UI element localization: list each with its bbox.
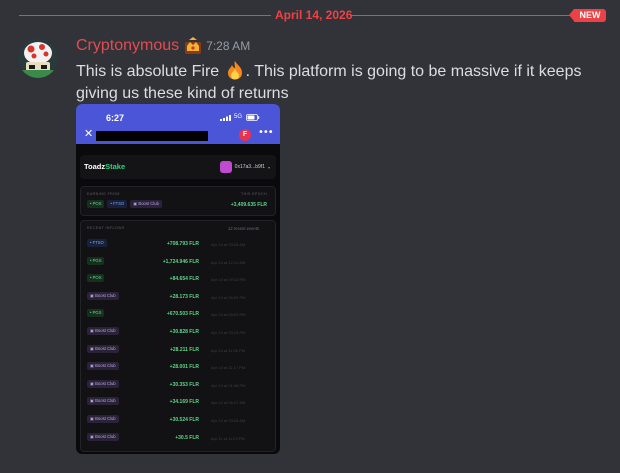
inflow-source-chip: ▣ Boost Club bbox=[87, 397, 119, 406]
inflow-row[interactable]: ▣ Boost Club +30.828 FLR Apr 13 at 03:13 P… bbox=[87, 327, 271, 337]
inflow-date: Apr 13 at 05:03 PM bbox=[211, 312, 246, 318]
avatar[interactable] bbox=[18, 38, 58, 78]
battery-icon bbox=[246, 114, 260, 121]
inflow-date: Apr 12 at 03:08 AM bbox=[211, 418, 246, 423]
inflow-amount: +30.524 FLR bbox=[169, 417, 199, 423]
inflow-source-chip: ▣ Boost Club bbox=[87, 379, 119, 388]
inflow-date: Apr 12 at 06:17 AM bbox=[211, 400, 246, 406]
redacted-url-bar bbox=[96, 131, 208, 141]
more-options-icon[interactable]: ••• bbox=[258, 127, 274, 139]
message-header: Cryptonymous 7:28 AM bbox=[76, 36, 250, 56]
inflow-date: Apr 13 at 11:06 PM bbox=[211, 347, 246, 353]
wallet-avatar-icon bbox=[219, 161, 232, 173]
attached-screenshot[interactable]: 6:27 5G ✕ F ••• ToadzStake 0x17a3...b9f1… bbox=[76, 104, 280, 454]
crown-icon[interactable] bbox=[183, 37, 203, 55]
inflow-source-chip: ▣ Boost Club bbox=[87, 327, 119, 335]
inflow-date: Apr 14 at 12:12 AM bbox=[211, 259, 246, 265]
inflow-row[interactable]: ▣ Boost Club +28.001 FLR Apr 13 at 11:17 P… bbox=[87, 362, 271, 372]
inflow-source-chip: • PGS bbox=[87, 256, 105, 265]
inflow-source-chip: ▣ Boost Club bbox=[87, 415, 119, 423]
inflow-source-chip: • PGS bbox=[87, 309, 105, 318]
inflow-source-chip: ▣ Boost Club bbox=[87, 432, 119, 441]
inflow-amount: +84.654 FLR bbox=[169, 276, 199, 283]
inflow-date: Apr 13 at 01:08 PM bbox=[211, 382, 246, 388]
message-timestamp[interactable]: 7:28 AM bbox=[206, 39, 250, 53]
chevron-down-icon: ▾ bbox=[267, 164, 270, 170]
earning-from-label: EARNING FROM bbox=[87, 192, 120, 196]
inflow-row[interactable]: • FTSO +708.793 FLR Apr 14 at 03:08 AM bbox=[87, 239, 271, 249]
inflow-amount: +30.828 FLR bbox=[169, 329, 199, 335]
close-icon[interactable]: ✕ bbox=[84, 128, 93, 139]
message-body: This is absolute Fire . This platform is… bbox=[76, 60, 596, 105]
inflow-row[interactable]: • PGS +670.503 FLR Apr 13 at 05:03 PM bbox=[87, 309, 271, 319]
inflow-row[interactable]: ▣ Boost Club +30.5 FLR Apr 11 at 11:29 PM bbox=[87, 432, 271, 443]
earnings-card: EARNING FROM THIS EPOCH • POS • FTSO ▣ B… bbox=[80, 186, 276, 216]
inflow-date: Apr 13 at 11:17 PM bbox=[211, 365, 246, 371]
earning-chip-ftso: • FTSO bbox=[107, 200, 128, 208]
inflow-date: Apr 14 at 03:08 AM bbox=[211, 242, 246, 247]
inflows-count: 12 recent events bbox=[228, 226, 259, 231]
inflow-row[interactable]: • POS +84.654 FLR Apr 13 at 09:12 PM bbox=[87, 274, 271, 284]
inflow-amount: +28.211 FLR bbox=[169, 346, 199, 353]
inflow-amount: +670.503 FLR bbox=[166, 311, 199, 318]
inflow-row[interactable]: ▣ Boost Club +34.169 FLR Apr 12 at 06:17 A… bbox=[87, 397, 271, 407]
inflow-row[interactable]: • PGS +1,724.946 FLR Apr 14 at 12:12 AM bbox=[87, 256, 271, 267]
message-text-part1: This is absolute Fire bbox=[76, 63, 220, 80]
earning-chips: • POS • FTSO ▣ Boost Club bbox=[87, 200, 162, 208]
flare-logo-icon: F bbox=[239, 129, 251, 141]
phone-time: 6:27 bbox=[106, 113, 125, 123]
inflow-source-chip: • POS bbox=[87, 274, 105, 283]
app-navbar: ToadzStake 0x17a3...b9f1 ▾ bbox=[80, 155, 276, 179]
this-epoch-label: THIS EPOCH bbox=[241, 192, 267, 196]
inflow-date: Apr 11 at 11:29 PM bbox=[211, 435, 245, 441]
inflow-date: Apr 13 at 05:09 PM bbox=[211, 294, 246, 300]
epoch-total: +3,409.635 FLR bbox=[230, 202, 267, 208]
inflow-row[interactable]: ▣ Boost Club +28.211 FLR Apr 13 at 11:06 P… bbox=[87, 344, 271, 355]
inflow-source-chip: • FTSO bbox=[87, 239, 107, 247]
inflow-amount: +1,724.946 FLR bbox=[162, 258, 199, 265]
inflow-amount: +708.793 FLR bbox=[166, 241, 199, 247]
earning-chip-boost: ▣ Boost Club bbox=[130, 200, 162, 208]
divider-date: April 14, 2026 bbox=[275, 8, 353, 22]
divider-line-right bbox=[350, 15, 574, 16]
inflow-amount: +28.173 FLR bbox=[169, 293, 199, 300]
app-brand[interactable]: ToadzStake bbox=[84, 162, 125, 171]
wallet-address: 0x17a3...b9f1 bbox=[234, 164, 265, 170]
recent-inflows-card: RECENT INFLOWS 12 recent events • FTSO +7… bbox=[80, 220, 276, 452]
wallet-button[interactable]: 0x17a3...b9f1 ▾ bbox=[219, 160, 270, 174]
inflow-date: Apr 13 at 03:13 PM bbox=[211, 330, 246, 335]
divider-line-left bbox=[19, 15, 271, 16]
new-messages-badge[interactable]: NEW bbox=[569, 9, 606, 22]
inflow-amount: +34.169 FLR bbox=[169, 399, 199, 406]
inflow-source-chip: ▣ Boost Club bbox=[87, 344, 119, 353]
inflow-row[interactable]: ▣ Boost Club +30.524 FLR Apr 12 at 03:08 A… bbox=[87, 415, 271, 425]
inflow-row[interactable]: ▣ Boost Club +28.173 FLR Apr 13 at 05:09 P… bbox=[87, 291, 271, 302]
recent-inflows-label: RECENT INFLOWS bbox=[87, 226, 125, 230]
inflow-amount: +30.5 FLR bbox=[175, 434, 199, 441]
signal-bars-icon bbox=[220, 115, 231, 121]
inflow-date: Apr 13 at 09:12 PM bbox=[211, 277, 246, 283]
inflow-row[interactable]: ▣ Boost Club +30.353 FLR Apr 13 at 01:08 P… bbox=[87, 379, 271, 390]
toad-avatar-icon bbox=[18, 38, 58, 78]
inflow-amount: +30.353 FLR bbox=[169, 381, 199, 388]
username[interactable]: Cryptonymous bbox=[76, 37, 179, 55]
inflow-source-chip: ▣ Boost Club bbox=[87, 291, 119, 300]
date-divider: April 14, 2026 NEW bbox=[19, 8, 606, 22]
earning-chip-pos: • POS bbox=[87, 200, 105, 208]
inflow-source-chip: ▣ Boost Club bbox=[87, 362, 119, 371]
fire-emoji-icon[interactable] bbox=[224, 60, 246, 80]
network-label: 5G bbox=[234, 114, 243, 120]
inflow-amount: +28.001 FLR bbox=[169, 364, 199, 371]
